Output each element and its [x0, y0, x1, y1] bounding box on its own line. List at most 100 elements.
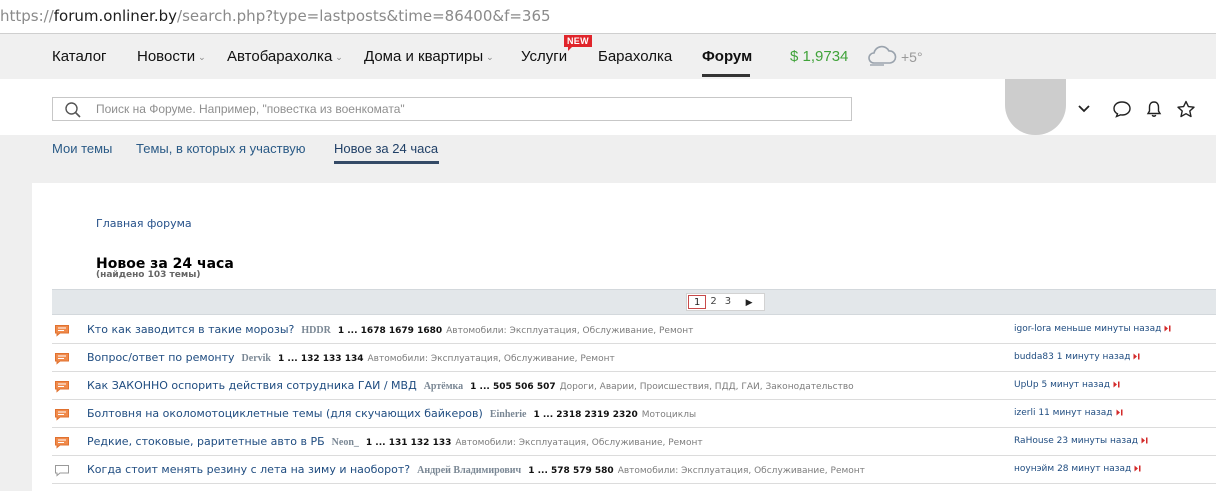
nav-baraholka[interactable]: Барахолка [598, 48, 672, 65]
avatar[interactable] [1005, 79, 1066, 135]
topic-title-link[interactable]: Вопрос/ответ по ремонту [87, 351, 235, 364]
pages-ellipsis: ... [375, 438, 386, 448]
go-to-last-post-icon[interactable] [1134, 465, 1141, 472]
topic-author-link[interactable]: Артёмка [424, 381, 463, 392]
tab-my-topics[interactable]: Мои темы [52, 141, 112, 156]
topic-page-link[interactable]: 578 [551, 466, 570, 476]
go-to-last-post-icon[interactable] [1164, 325, 1171, 332]
nav-services[interactable]: Услуги [521, 48, 567, 65]
topic-title-link[interactable]: Болтовня на околомотоциклетные темы (для… [87, 407, 483, 420]
topic-page-link[interactable]: 1 [470, 382, 476, 392]
topic-page-link[interactable]: 1679 [389, 326, 414, 336]
topic-pages: 1 ... 2318 2319 2320 [533, 410, 637, 420]
topic-row: Когда стоит менять резину с лета на зиму… [52, 456, 1216, 484]
search-box[interactable] [52, 97, 852, 121]
go-to-last-post-icon[interactable] [1113, 381, 1120, 388]
topic-page-link[interactable]: 579 [573, 466, 592, 476]
unread-topic-icon [54, 352, 70, 370]
topic-pages: 1 ... 1678 1679 1680 [338, 326, 442, 336]
topic-pages: 1 ... 131 132 133 [366, 438, 451, 448]
results-count: (найдено 103 темы) [96, 270, 201, 280]
topic-title-link[interactable]: Редкие, стоковые, раритетные авто в РБ [87, 435, 325, 448]
topic-page-link[interactable]: 1 [528, 466, 534, 476]
topic-row: Как ЗАКОННО оспорить действия сотрудника… [52, 372, 1216, 400]
bell-icon[interactable] [1145, 100, 1163, 123]
topic-row: Болтовня на околомотоциклетные темы (для… [52, 400, 1216, 428]
topic-list: Кто как заводится в такие морозы? HDDR 1 .… [52, 316, 1216, 484]
topic-page-link[interactable]: 131 [389, 438, 408, 448]
topic-page-link[interactable]: 1 [278, 354, 284, 364]
unread-topic-icon [54, 380, 70, 398]
pages-ellipsis: ... [287, 354, 298, 364]
nav-news[interactable]: Новости ⌄ [137, 48, 206, 65]
topic-page-link[interactable]: 132 [301, 354, 320, 364]
last-post: ноунэйм 28 минут назад [1014, 464, 1141, 474]
address-bar[interactable]: https://forum.onliner.by/search.php?type… [0, 0, 1216, 34]
nav-forum[interactable]: Форум [702, 48, 752, 65]
topic-title-link[interactable]: Как ЗАКОННО оспорить действия сотрудника… [87, 379, 417, 392]
topic-page-link[interactable]: 1 [533, 410, 539, 420]
topic-page-link[interactable]: 1680 [417, 326, 442, 336]
topic-title-link[interactable]: Когда стоит менять резину с лета на зиму… [87, 463, 410, 476]
pages-ellipsis: ... [479, 382, 490, 392]
breadcrumb[interactable]: Главная форума [96, 217, 192, 230]
topic-page-link[interactable]: 506 [515, 382, 534, 392]
go-to-last-post-icon[interactable] [1141, 437, 1148, 444]
last-post-user-link[interactable]: UpUp [1014, 380, 1039, 390]
forum-header [0, 79, 1216, 135]
topic-author-link[interactable]: Андрей Владимирович [417, 465, 521, 476]
nav-realty[interactable]: Дома и квартиры ⌄ [364, 48, 494, 65]
page-1[interactable]: 1 [688, 295, 707, 309]
topic-author-link[interactable]: Dervik [242, 353, 271, 364]
last-post: RaHouse 23 минуты назад [1014, 436, 1148, 446]
topic-page-link[interactable]: 134 [345, 354, 364, 364]
topic-page-link[interactable]: 1678 [361, 326, 386, 336]
go-to-last-post-icon[interactable] [1133, 353, 1140, 360]
topic-title-link[interactable]: Кто как заводится в такие морозы? [87, 323, 294, 336]
last-post-user-link[interactable]: igor-lora [1014, 324, 1051, 334]
topic-page-link[interactable]: 132 [411, 438, 430, 448]
topic-page-link[interactable]: 2318 [556, 410, 581, 420]
topic-page-link[interactable]: 133 [323, 354, 342, 364]
last-post-time: меньше минуты назад [1054, 324, 1162, 334]
topic-page-link[interactable]: 1 [338, 326, 344, 336]
pagination-bar: 1 2 3 ▶ [52, 289, 1216, 315]
topic-author-link[interactable]: Neon_ [332, 437, 359, 448]
topic-category: Автомобили: Эксплуатация, Обслуживание, … [446, 326, 694, 336]
last-post-user-link[interactable]: ноунэйм [1014, 464, 1054, 474]
star-icon[interactable] [1176, 100, 1196, 123]
topic-pages: 1 ... 578 579 580 [528, 466, 613, 476]
topic-page-link[interactable]: 133 [433, 438, 452, 448]
last-post-user-link[interactable]: izerli [1014, 408, 1035, 418]
chat-bubble-icon[interactable] [1112, 100, 1132, 123]
chevron-down-icon[interactable] [1076, 100, 1092, 121]
forum-tabs: Мои темы Темы, в которых я участвую Ново… [0, 135, 1216, 183]
currency-rate[interactable]: $ 1,9734 [790, 48, 848, 65]
tab-participating[interactable]: Темы, в которых я участвую [136, 141, 305, 156]
topic-page-link[interactable]: 2319 [585, 410, 610, 420]
url-text[interactable]: https://forum.onliner.by/search.php?type… [0, 7, 551, 25]
last-post-user-link[interactable]: RaHouse [1014, 436, 1054, 446]
nav-catalog[interactable]: Каталог [52, 48, 107, 65]
go-to-last-post-icon[interactable] [1116, 409, 1123, 416]
cloud-icon[interactable] [866, 43, 898, 72]
tab-new-24h[interactable]: Новое за 24 часа [334, 141, 438, 156]
search-input[interactable] [96, 100, 836, 118]
topic-page-link[interactable]: 507 [537, 382, 556, 392]
last-post-time: 5 минут назад [1041, 380, 1110, 390]
next-page-icon[interactable]: ▶ [735, 297, 763, 308]
topic-page-link[interactable]: 2320 [613, 410, 638, 420]
page-3[interactable]: 3 [721, 295, 735, 309]
topic-page-link[interactable]: 1 [366, 438, 372, 448]
unread-topic-icon [54, 436, 70, 454]
topic-category: Мотоциклы [641, 410, 697, 420]
topic-page-link[interactable]: 580 [595, 466, 614, 476]
topic-author-link[interactable]: Einherie [490, 409, 527, 420]
last-post-time: 23 минуты назад [1056, 436, 1138, 446]
last-post-user-link[interactable]: budda83 [1014, 352, 1054, 362]
topic-category: Автомобили: Эксплуатация, Обслуживание, … [367, 354, 615, 364]
topic-page-link[interactable]: 505 [493, 382, 512, 392]
nav-auto[interactable]: Автобарахолка ⌄ [227, 48, 343, 65]
page-2[interactable]: 2 [706, 295, 720, 309]
topic-author-link[interactable]: HDDR [301, 325, 330, 336]
